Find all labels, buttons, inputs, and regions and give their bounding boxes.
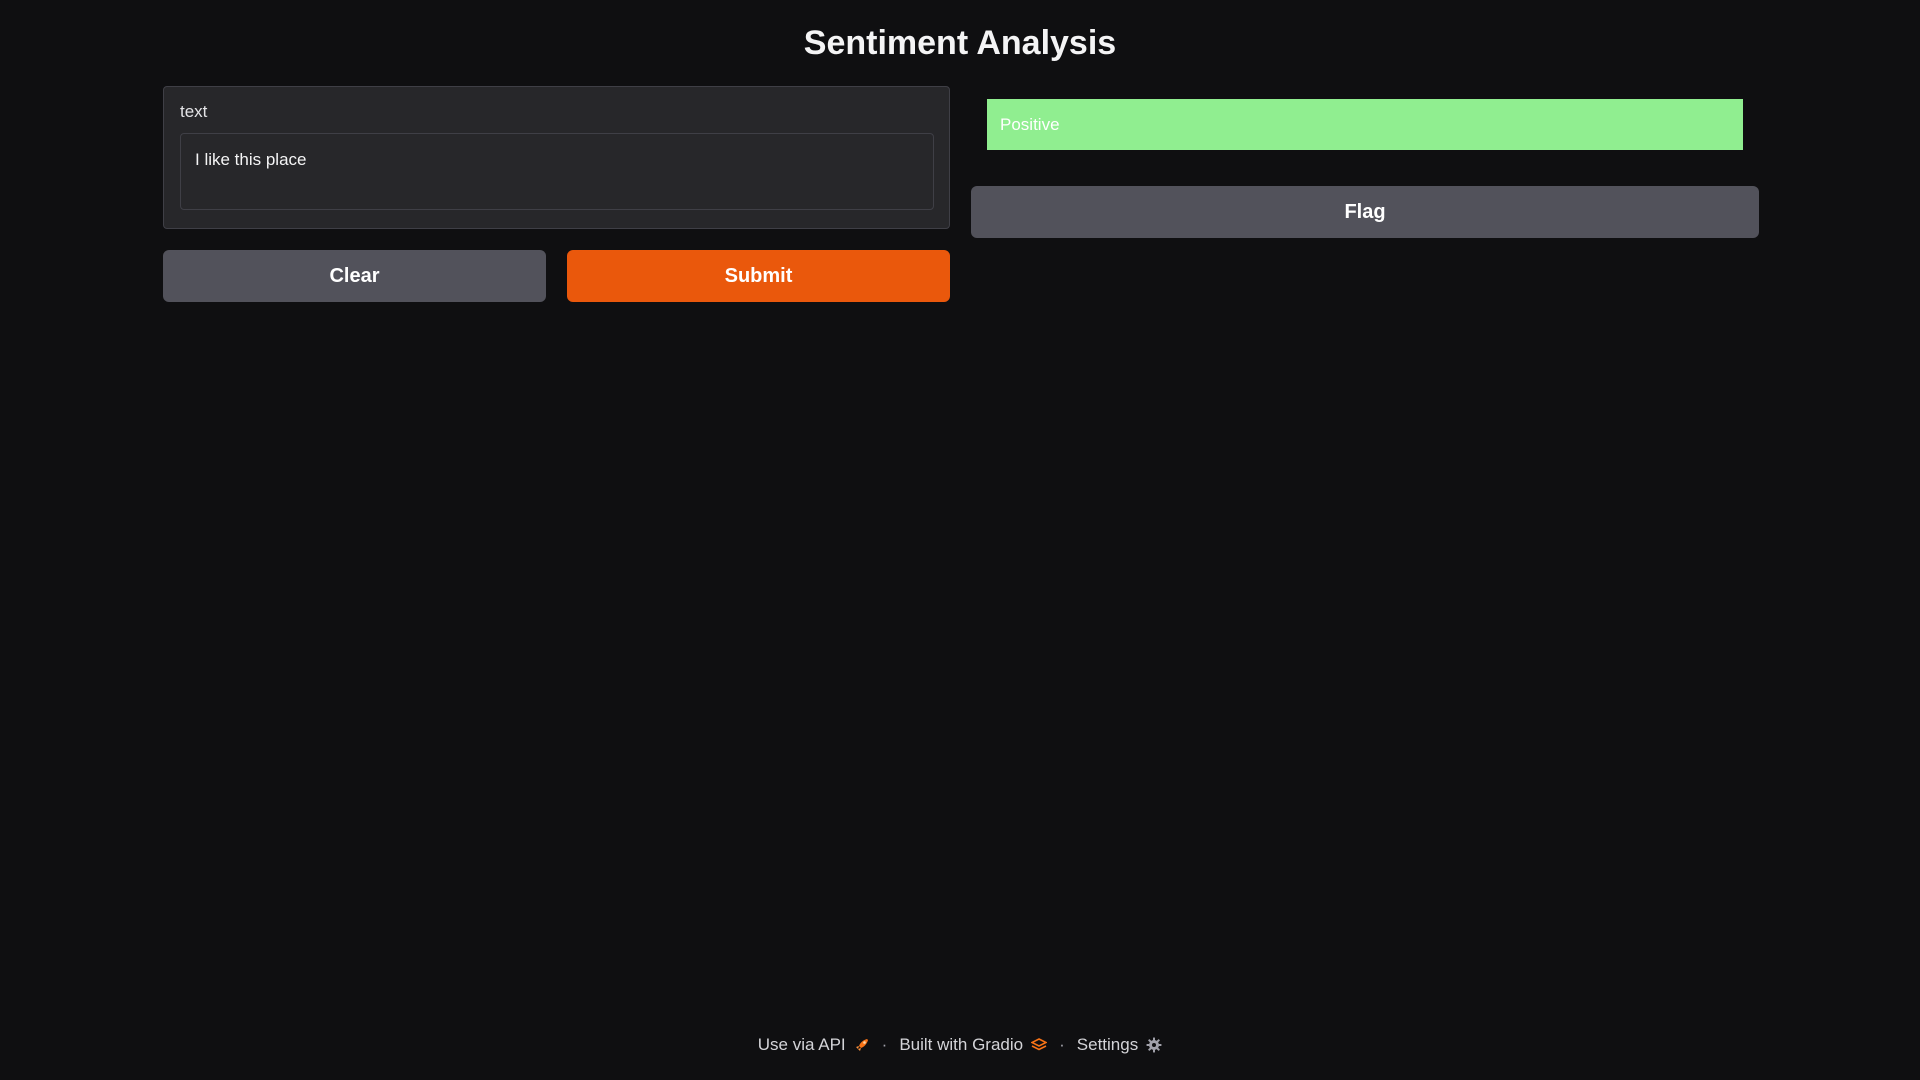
flag-button[interactable]: Flag: [971, 186, 1759, 238]
built-with-gradio-label: Built with Gradio: [899, 1035, 1024, 1054]
sentiment-output: Positive: [987, 99, 1743, 150]
footer-separator: ·: [881, 1035, 888, 1054]
app-page: Sentiment Analysis text I like this plac…: [0, 0, 1920, 1080]
settings-label: Settings: [1076, 1035, 1139, 1054]
use-via-api-label: Use via API: [757, 1035, 846, 1054]
page-title: Sentiment Analysis: [803, 24, 1117, 62]
rocket-icon: [854, 1037, 870, 1053]
footer-separator: ·: [1059, 1035, 1065, 1054]
text-input-field[interactable]: I like this place: [180, 133, 934, 210]
settings-link[interactable]: Settings: [1077, 1033, 1162, 1057]
clear-button[interactable]: Clear: [163, 250, 546, 302]
submit-button[interactable]: Submit: [567, 250, 950, 302]
built-with-gradio-link[interactable]: Built with Gradio: [899, 1033, 1048, 1057]
gear-icon: [1146, 1037, 1162, 1053]
use-via-api-link[interactable]: Use via API: [758, 1033, 870, 1057]
gradio-logo-icon: [1031, 1037, 1048, 1053]
footer: Use via API · Built with Gradio · Settin…: [0, 1033, 1920, 1057]
text-input-label: text: [180, 102, 208, 121]
action-buttons-row: Clear Submit: [163, 250, 950, 302]
input-column: text I like this place Clear Submit: [163, 86, 950, 302]
text-input-block: text I like this place: [163, 86, 950, 229]
